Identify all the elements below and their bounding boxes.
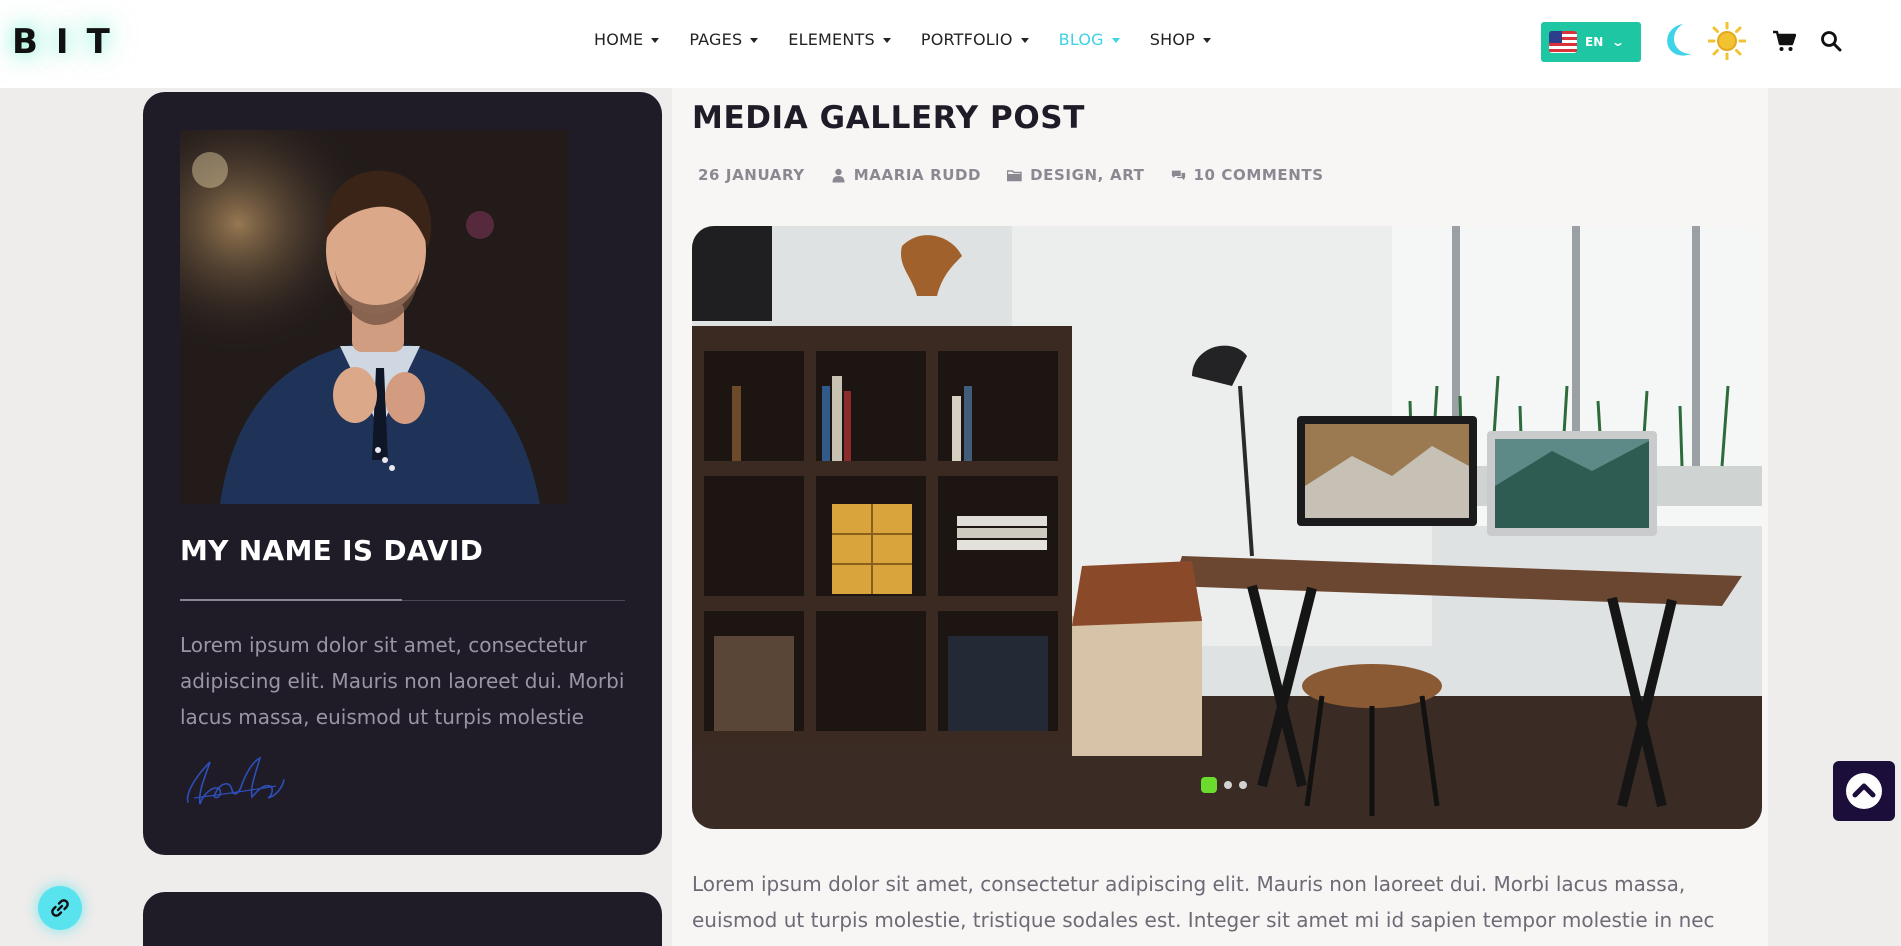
post-categories[interactable]: DESIGN , ART <box>1007 166 1144 184</box>
post-comments-label: 10 COMMENTS <box>1193 166 1324 184</box>
author-profile-card: MY NAME IS DAVID Lorem ipsum dolor sit a… <box>143 92 662 855</box>
author-bio: Lorem ipsum dolor sit amet, consectetur … <box>180 633 625 729</box>
language-selector[interactable]: EN ⌄ <box>1541 22 1641 62</box>
nav-item-label: PORTFOLIO <box>920 30 1013 49</box>
chevron-down-icon: ⌄ <box>1611 35 1626 49</box>
share-link-button[interactable] <box>38 886 82 930</box>
post-date: 26 JANUARY <box>698 166 805 184</box>
caret-down-icon <box>651 37 660 43</box>
site-logo[interactable]: BIT <box>12 22 128 62</box>
category-link-art[interactable]: ART <box>1110 166 1145 184</box>
chevron-up-icon <box>1846 773 1882 809</box>
folder-icon <box>1007 169 1022 181</box>
search-icon[interactable] <box>1820 30 1842 52</box>
sidebar-widget-card <box>143 892 662 946</box>
caret-down-icon <box>750 37 759 43</box>
post-comments[interactable]: 10 COMMENTS <box>1171 166 1324 184</box>
gallery-slider-image[interactable] <box>692 226 1762 829</box>
post-author-label: MAARIA RUDD <box>853 166 982 184</box>
link-icon <box>51 899 69 917</box>
nav-item-elements[interactable]: ELEMENTS <box>788 30 891 49</box>
post-meta: 26 JANUARY MAARIA RUDD DESIGN , ART 10 C… <box>698 166 1324 184</box>
nav-item-portfolio[interactable]: PORTFOLIO <box>921 30 1029 49</box>
nav-item-label: ELEMENTS <box>788 30 875 49</box>
divider <box>180 599 625 601</box>
post-title: MEDIA GALLERY POST <box>692 100 1085 136</box>
comments-icon <box>1171 170 1185 180</box>
site-header: BIT HOME PAGES ELEMENTS PORTFOLIO BLOG S… <box>0 0 1901 88</box>
gallery-dot-1[interactable] <box>1201 777 1217 793</box>
sun-icon[interactable] <box>1708 22 1746 60</box>
gallery-pagination <box>1201 777 1247 793</box>
author-name: MY NAME IS DAVID <box>180 534 484 567</box>
nav-item-shop[interactable]: SHOP <box>1150 30 1211 49</box>
post-author[interactable]: MAARIA RUDD <box>831 166 981 184</box>
user-icon <box>832 168 845 182</box>
caret-down-icon <box>1020 37 1029 43</box>
post-date-label: 26 JANUARY <box>698 166 805 184</box>
caret-down-icon <box>1111 37 1120 43</box>
nav-item-home[interactable]: HOME <box>594 30 660 49</box>
nav-item-blog[interactable]: BLOG <box>1059 30 1120 49</box>
category-separator: , <box>1097 166 1104 184</box>
nav-item-label: SHOP <box>1149 30 1195 49</box>
nav-item-label: PAGES <box>689 30 743 49</box>
main-nav: HOME PAGES ELEMENTS PORTFOLIO BLOG SHOP <box>594 30 1241 49</box>
nav-item-label: BLOG <box>1058 30 1104 49</box>
caret-down-icon <box>1203 37 1211 43</box>
us-flag-icon <box>1549 31 1577 53</box>
cart-icon[interactable] <box>1772 30 1796 52</box>
nav-item-label: HOME <box>594 30 644 49</box>
author-photo <box>180 130 568 504</box>
nav-item-pages[interactable]: PAGES <box>689 30 759 49</box>
moon-icon[interactable] <box>1661 22 1695 58</box>
caret-down-icon <box>882 37 891 43</box>
post-body-text: Lorem ipsum dolor sit amet, consectetur … <box>692 872 1715 932</box>
gallery-dot-3[interactable] <box>1239 781 1247 789</box>
signature-image <box>186 756 285 805</box>
back-to-top-button[interactable] <box>1833 761 1895 821</box>
category-link-design[interactable]: DESIGN <box>1030 166 1098 184</box>
gallery-dot-2[interactable] <box>1224 781 1232 789</box>
language-code: EN <box>1585 35 1604 49</box>
